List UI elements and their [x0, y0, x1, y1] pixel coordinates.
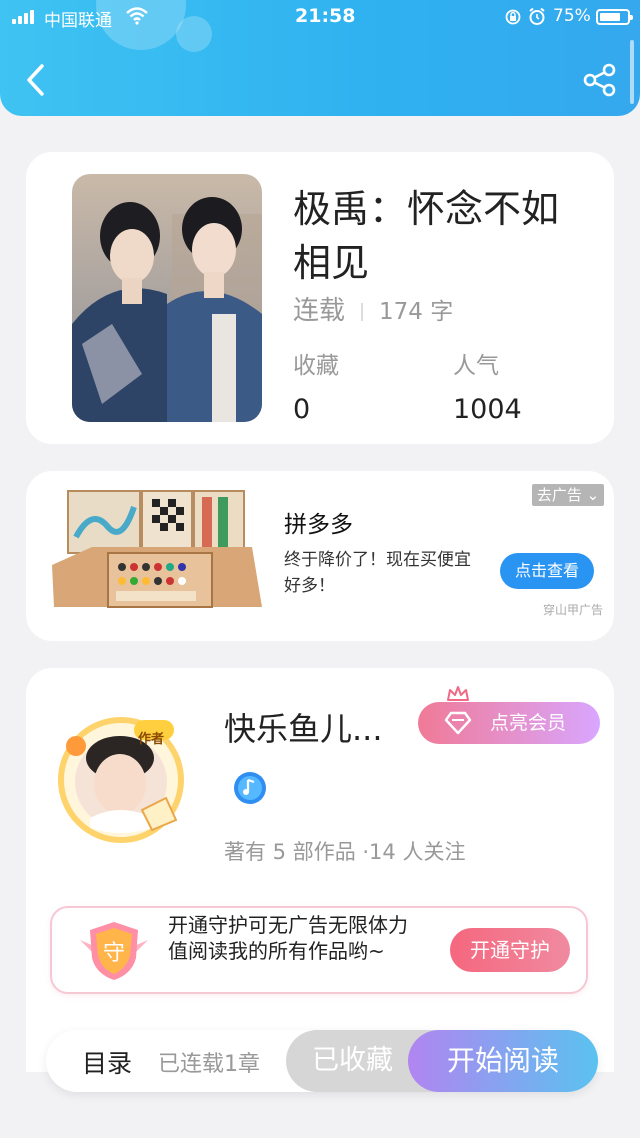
- scrollbar[interactable]: [630, 40, 634, 104]
- guard-icon-char: 守: [103, 941, 125, 966]
- ad-view-button[interactable]: 点击查看: [500, 553, 594, 589]
- favorites-label: 收藏: [293, 353, 339, 379]
- battery-icon: [596, 9, 633, 25]
- word-count: 174 字: [379, 299, 454, 325]
- guard-text: 开通守护可无广告无限体力值阅读我的所有作品哟~: [168, 913, 408, 963]
- diamond-icon: [444, 711, 472, 735]
- shield-icon: 守: [80, 922, 148, 980]
- favorites-stat: 收藏 0: [293, 346, 339, 425]
- start-reading-button[interactable]: 开始阅读: [408, 1030, 598, 1092]
- popularity-label: 人气: [453, 353, 499, 379]
- signal-icon: [12, 10, 38, 24]
- ad-description: 终于降价了！现在买便宜好多！: [284, 550, 471, 596]
- battery-percent: 75%: [553, 6, 591, 26]
- crown-icon: [447, 686, 469, 701]
- carrier-name: 中国联通: [44, 11, 112, 31]
- music-badge-icon: [234, 772, 266, 804]
- book-title: 极禹：怀念不如相见: [293, 187, 560, 285]
- ad-source: 穿山甲广告: [543, 603, 604, 617]
- wifi-icon: [126, 7, 148, 25]
- book-cover-image[interactable]: [72, 174, 262, 422]
- favorites-value: 0: [293, 394, 311, 425]
- remove-ad-label: 去广告: [536, 486, 582, 504]
- bottom-action-bar: 目录 已连载1章 已收藏 开始阅读: [46, 1030, 598, 1092]
- ad-image[interactable]: [52, 487, 262, 611]
- popularity-value: 1004: [453, 394, 522, 425]
- rotation-lock-icon: [505, 9, 521, 25]
- alarm-icon: [529, 7, 545, 25]
- status-bar: 中国联通 21:58 75%: [0, 0, 640, 34]
- chevron-down-icon: ⌄: [581, 486, 600, 504]
- back-button[interactable]: [20, 62, 52, 98]
- popularity-stat: 人气 1004: [453, 346, 522, 425]
- author-name[interactable]: 快乐鱼儿...: [224, 704, 383, 750]
- vip-button-label: 点亮会员: [490, 712, 567, 734]
- book-meta: 连载 174 字: [293, 290, 453, 327]
- open-guard-button[interactable]: 开通守护: [450, 928, 570, 972]
- toc-button[interactable]: 目录: [82, 1044, 132, 1080]
- ad-card[interactable]: 去广告 ⌄ 拼多多 终于降价了！现在买便宜好多！ 点击查看 穿山甲广告: [26, 471, 614, 641]
- divider: [361, 302, 364, 321]
- clock: 21:58: [295, 5, 356, 27]
- author-avatar[interactable]: [54, 710, 188, 844]
- author-badge: 作者: [138, 732, 165, 747]
- chapter-count: 已连载1章: [158, 1052, 260, 1077]
- share-button[interactable]: [582, 62, 618, 98]
- book-info-card: 极禹：怀念不如相见 连载 174 字 收藏 0 人气 1004: [26, 152, 614, 444]
- remove-ad-button[interactable]: 去广告 ⌄: [532, 484, 604, 506]
- guard-promo-box: 守 开通守护可无广告无限体力值阅读我的所有作品哟~ 开通守护: [50, 906, 588, 994]
- ad-title: 拼多多: [284, 512, 353, 538]
- author-stats: 著有 5 部作品 ·14 人关注: [224, 840, 466, 864]
- book-status: 连载: [293, 296, 346, 326]
- vip-button[interactable]: 点亮会员: [418, 702, 600, 744]
- top-header: 中国联通 21:58 75%: [0, 0, 640, 116]
